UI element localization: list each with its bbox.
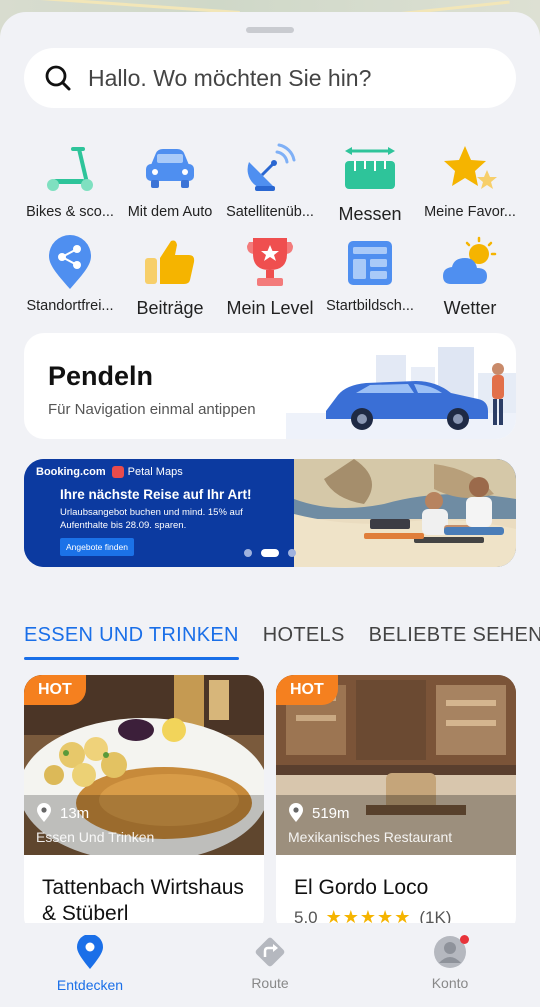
star-icon	[441, 140, 499, 198]
shortcut-label: Satellitenüb...	[226, 204, 314, 220]
shortcut-label: Messen	[338, 204, 402, 224]
shortcut-label: Mit dem Auto	[127, 204, 213, 220]
shortcut-contributions[interactable]: Beiträge	[120, 234, 220, 328]
route-icon	[255, 937, 285, 967]
shortcut-weather[interactable]: Wetter	[420, 234, 520, 328]
location-pin-icon	[77, 935, 103, 969]
distance-label: 519m	[288, 803, 350, 823]
satellite-dish-icon	[241, 140, 299, 198]
nav-route[interactable]: Route	[180, 923, 360, 1007]
search-icon	[45, 65, 71, 91]
shortcut-home-screen[interactable]: Startbildsch...	[320, 234, 420, 328]
petal-maps-label: Petal Maps	[127, 466, 183, 478]
commute-car-illustration	[286, 347, 516, 439]
tab-attractions[interactable]: BELIEBTE SEHENSWÜRDIGKEITEN	[369, 624, 540, 664]
place-card-el-gordo-loco[interactable]: HOT 519m Mexikanisches Restaurant El Gor…	[276, 675, 516, 935]
shortcut-label: Startbildsch...	[326, 298, 414, 314]
booking-logo: Booking.com	[36, 466, 106, 478]
commute-subtitle: Für Navigation einmal antippen	[48, 401, 256, 418]
location-pin-icon	[37, 803, 51, 822]
shortcut-label: Wetter	[443, 298, 497, 318]
place-name: Tattenbach Wirtshaus & Stüberl	[42, 876, 244, 925]
sheet-drag-handle[interactable]	[246, 27, 294, 33]
shortcut-satellite[interactable]: Satellitenüb...	[220, 140, 320, 234]
car-icon	[141, 140, 199, 198]
distance-value: 13m	[60, 804, 90, 822]
distance-value: 519m	[312, 804, 350, 822]
ruler-icon	[341, 140, 399, 198]
petal-maps-icon	[111, 466, 124, 478]
banner-cta-button[interactable]: Angebote finden	[60, 538, 134, 556]
shortcut-my-level[interactable]: Mein Level	[220, 234, 320, 328]
banner-headline: Ihre nächste Reise auf Ihr Art!	[60, 487, 252, 502]
place-category: Essen Und Trinken	[36, 829, 155, 845]
shortcut-favorites[interactable]: Meine Favor...	[420, 140, 520, 234]
banner-beach-photo	[294, 459, 516, 567]
bottom-navigation: Entdecken Route Konto	[0, 923, 540, 1007]
shortcut-label: Standortfrei...	[26, 298, 114, 314]
search-bar[interactable]: Hallo. Wo möchten Sie hin?	[24, 48, 516, 108]
hot-badge: HOT	[276, 675, 338, 705]
banner-brand: Booking.com Petal Maps	[36, 466, 183, 478]
nav-account[interactable]: Konto	[360, 923, 540, 1007]
category-tabs: ESSEN UND TRINKEN HOTELS BELIEBTE SEHENS…	[24, 624, 540, 664]
shortcut-label: Mein Level	[226, 298, 314, 318]
tab-food-and-drink[interactable]: ESSEN UND TRINKEN	[24, 624, 239, 664]
shortcut-car[interactable]: Mit dem Auto	[120, 140, 220, 234]
thumbs-up-icon	[141, 234, 199, 292]
shortcut-location-share[interactable]: Standortfrei...	[20, 234, 120, 328]
banner-pagination	[244, 549, 305, 557]
commute-card[interactable]: Pendeln Für Navigation einmal antippen	[24, 333, 516, 439]
shortcut-grid: Bikes & sco... Mit dem Auto Satellitenüb…	[20, 140, 520, 328]
pagination-dot-active[interactable]	[261, 549, 279, 557]
shortcut-bikes[interactable]: Bikes & sco...	[20, 140, 120, 234]
pagination-dot[interactable]	[244, 549, 252, 557]
search-placeholder: Hallo. Wo möchten Sie hin?	[88, 64, 372, 91]
place-category: Mexikanisches Restaurant	[288, 829, 453, 845]
place-card-tattenbach[interactable]: HOT 13m Essen Und Trinken Tattenbach Wir…	[24, 675, 264, 935]
bottom-sheet: Hallo. Wo möchten Sie hin? Bikes & sco..…	[0, 12, 540, 1007]
hot-badge: HOT	[24, 675, 86, 705]
nav-label: Konto	[431, 975, 469, 991]
trophy-icon	[241, 234, 299, 292]
home-screen-widget-icon	[341, 234, 399, 292]
booking-promo-banner[interactable]: Booking.com Petal Maps Ihre nächste Reis…	[24, 459, 516, 567]
notification-dot	[460, 935, 469, 944]
shortcut-measure[interactable]: Messen	[320, 140, 420, 234]
pagination-dot[interactable]	[288, 549, 296, 557]
location-pin-icon	[289, 803, 303, 822]
nav-label: Route	[251, 975, 289, 991]
distance-label: 13m	[36, 803, 89, 823]
nav-label: Entdecken	[56, 977, 124, 993]
nav-explore[interactable]: Entdecken	[0, 923, 180, 1007]
place-name: El Gordo Loco	[294, 876, 429, 899]
shortcut-label: Bikes & sco...	[26, 204, 114, 220]
weather-icon	[441, 234, 499, 292]
shortcut-label: Meine Favor...	[424, 204, 516, 220]
tab-hotels[interactable]: HOTELS	[263, 624, 345, 664]
banner-body: Urlaubsangebot buchen und mind. 15% auf …	[60, 507, 243, 531]
shortcut-label: Beiträge	[136, 298, 204, 318]
scooter-icon	[41, 140, 99, 198]
share-location-icon	[41, 234, 99, 292]
commute-title: Pendeln	[48, 361, 154, 391]
